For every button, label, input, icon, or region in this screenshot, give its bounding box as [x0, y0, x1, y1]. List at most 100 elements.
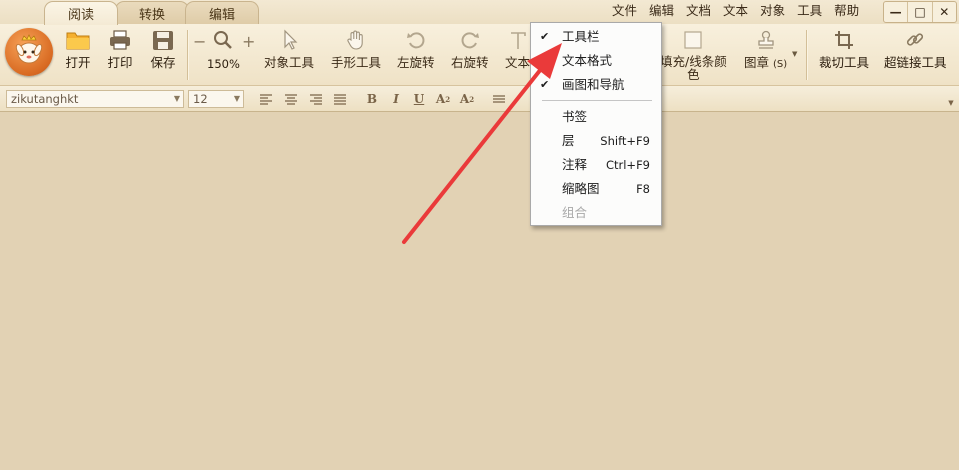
stamp-dropdown-arrow[interactable]: ▼: [792, 50, 797, 58]
check-icon: ✔: [540, 30, 550, 43]
main-toolbar: 打开 打印 保存 − + 150% 对象工具 手形工具 左旋转 右旋转 文本 填…: [0, 24, 959, 86]
chevron-down-icon: ▼: [233, 94, 240, 103]
menu-text[interactable]: 文本: [717, 3, 754, 19]
format-bar-overflow[interactable]: ▼: [943, 94, 959, 110]
menu-file[interactable]: 文件: [606, 3, 643, 19]
open-button[interactable]: 打开: [65, 29, 91, 70]
crop-tool-label: 裁切工具: [819, 55, 870, 70]
text-t-icon: [510, 32, 526, 49]
superscript-label: A: [435, 92, 446, 106]
menu-item-text-format[interactable]: 文本格式: [531, 49, 661, 73]
document-workspace[interactable]: [0, 113, 959, 470]
menu-item-toolbar[interactable]: ✔ 工具栏: [531, 25, 661, 49]
save-button[interactable]: 保存: [150, 29, 176, 70]
align-center-button[interactable]: [283, 91, 299, 107]
chevron-down-icon: ▼: [173, 94, 180, 103]
menu-item-shortcut: F8: [636, 182, 650, 196]
menu-item-label: 缩略图: [562, 181, 600, 196]
align-right-icon: [310, 94, 322, 105]
magnifier-icon: [214, 31, 232, 49]
toolbar-separator: [806, 30, 807, 80]
menu-document[interactable]: 文档: [680, 3, 717, 19]
align-left-button[interactable]: [258, 91, 274, 107]
menu-item-label: 组合: [562, 205, 588, 220]
menu-item-label: 文本格式: [562, 53, 613, 68]
menu-item-group: 组合: [531, 201, 661, 225]
zoom-in-button[interactable]: +: [242, 32, 255, 51]
print-label: 打印: [107, 55, 133, 70]
app-logo[interactable]: [5, 28, 53, 76]
menu-separator: [542, 100, 652, 101]
menu-item-drawing-navigation[interactable]: ✔ 画图和导航: [531, 73, 661, 97]
italic-button[interactable]: I: [388, 91, 404, 107]
tab-convert[interactable]: 转换: [115, 1, 189, 24]
menu-item-annotations[interactable]: 注释 Ctrl+F9: [531, 153, 661, 177]
menu-item-thumbnails[interactable]: 缩略图 F8: [531, 177, 661, 201]
menu-item-bookmarks[interactable]: 书签: [531, 105, 661, 129]
print-button[interactable]: 打印: [107, 29, 133, 70]
line-spacing-icon: [493, 95, 505, 103]
stamp-button[interactable]: 图章 (S): [744, 29, 787, 72]
justify-button[interactable]: [332, 91, 348, 107]
tab-read-label: 阅读: [67, 8, 94, 23]
tab-read[interactable]: 阅读: [44, 1, 118, 25]
tab-convert-label: 转换: [138, 7, 165, 23]
close-button[interactable]: ✕: [933, 2, 956, 22]
subscript-label: A: [459, 92, 470, 106]
zoom-level[interactable]: 150%: [207, 57, 240, 72]
align-right-button[interactable]: [308, 91, 324, 107]
maximize-button[interactable]: □: [908, 2, 933, 22]
minimize-button[interactable]: —: [884, 2, 909, 22]
stamp-shortcut: (S): [773, 59, 788, 70]
zoom-plus-label: +: [242, 32, 256, 51]
menu-help[interactable]: 帮助: [828, 3, 865, 19]
underline-button[interactable]: U: [411, 91, 427, 107]
subscript-button[interactable]: A2: [459, 91, 475, 107]
hand-tool-button[interactable]: 手形工具: [331, 29, 381, 70]
object-tool-button[interactable]: 对象工具: [264, 29, 314, 70]
stamp-icon: [757, 30, 774, 49]
zoom-out-button[interactable]: −: [193, 32, 206, 51]
save-label: 保存: [150, 55, 176, 70]
menu-item-label: 层: [562, 133, 575, 148]
menu-item-label: 工具栏: [562, 29, 600, 44]
fill-line-color-label-2: 色: [687, 67, 700, 82]
bold-label: B: [366, 92, 378, 106]
hyperlink-tool-button[interactable]: 超链接工具: [884, 29, 947, 70]
rotate-left-button[interactable]: 左旋转: [397, 29, 435, 70]
menu-edit[interactable]: 编辑: [643, 3, 680, 19]
menu-item-shortcut: Ctrl+F9: [605, 158, 650, 172]
rotate-right-label: 右旋转: [451, 55, 489, 70]
superscript-button[interactable]: A2: [435, 91, 451, 107]
align-left-icon: [260, 94, 272, 105]
bold-button[interactable]: B: [364, 91, 380, 107]
crop-tool-button[interactable]: 裁切工具: [819, 29, 869, 70]
tab-edit[interactable]: 编辑: [185, 1, 259, 24]
text-format-bar: zikutanghkt ▼ 12 ▼ B I U A2 A2 ▼: [0, 86, 959, 112]
menu-tools[interactable]: 工具: [791, 3, 828, 19]
hyperlink-tool-label: 超链接工具: [884, 55, 947, 70]
link-chain-icon: [907, 33, 924, 46]
line-spacing-button[interactable]: [491, 91, 507, 107]
save-disk-icon: [153, 31, 173, 50]
underline-label: U: [413, 92, 425, 106]
menu-item-layers[interactable]: 层 Shift+F9: [531, 129, 661, 153]
rotate-left-label: 左旋转: [397, 55, 435, 70]
color-swatch-icon: [684, 31, 702, 49]
font-name-select[interactable]: zikutanghkt ▼: [6, 90, 184, 108]
object-tool-label: 对象工具: [264, 55, 315, 70]
toolbar-context-menu: ✔ 工具栏 文本格式 ✔ 画图和导航 书签 层 Shift+F9 注释 Ctrl…: [530, 22, 662, 226]
hand-icon: [347, 30, 363, 50]
menu-object[interactable]: 对象: [754, 3, 791, 19]
zoom-icon-button[interactable]: [212, 29, 234, 55]
rotate-right-button[interactable]: 右旋转: [451, 29, 489, 70]
text-tool-button[interactable]: 文本: [505, 29, 530, 70]
font-size-select[interactable]: 12 ▼: [188, 90, 244, 108]
tab-edit-label: 编辑: [208, 7, 235, 23]
fill-line-color-button[interactable]: 填充/线条颜 色: [660, 29, 727, 81]
italic-label: I: [393, 92, 399, 106]
chevron-down-icon: ▼: [948, 97, 954, 107]
chevron-down-icon: ▼: [792, 50, 798, 58]
rotate-right-icon: [461, 32, 479, 49]
check-icon: ✔: [540, 78, 550, 91]
